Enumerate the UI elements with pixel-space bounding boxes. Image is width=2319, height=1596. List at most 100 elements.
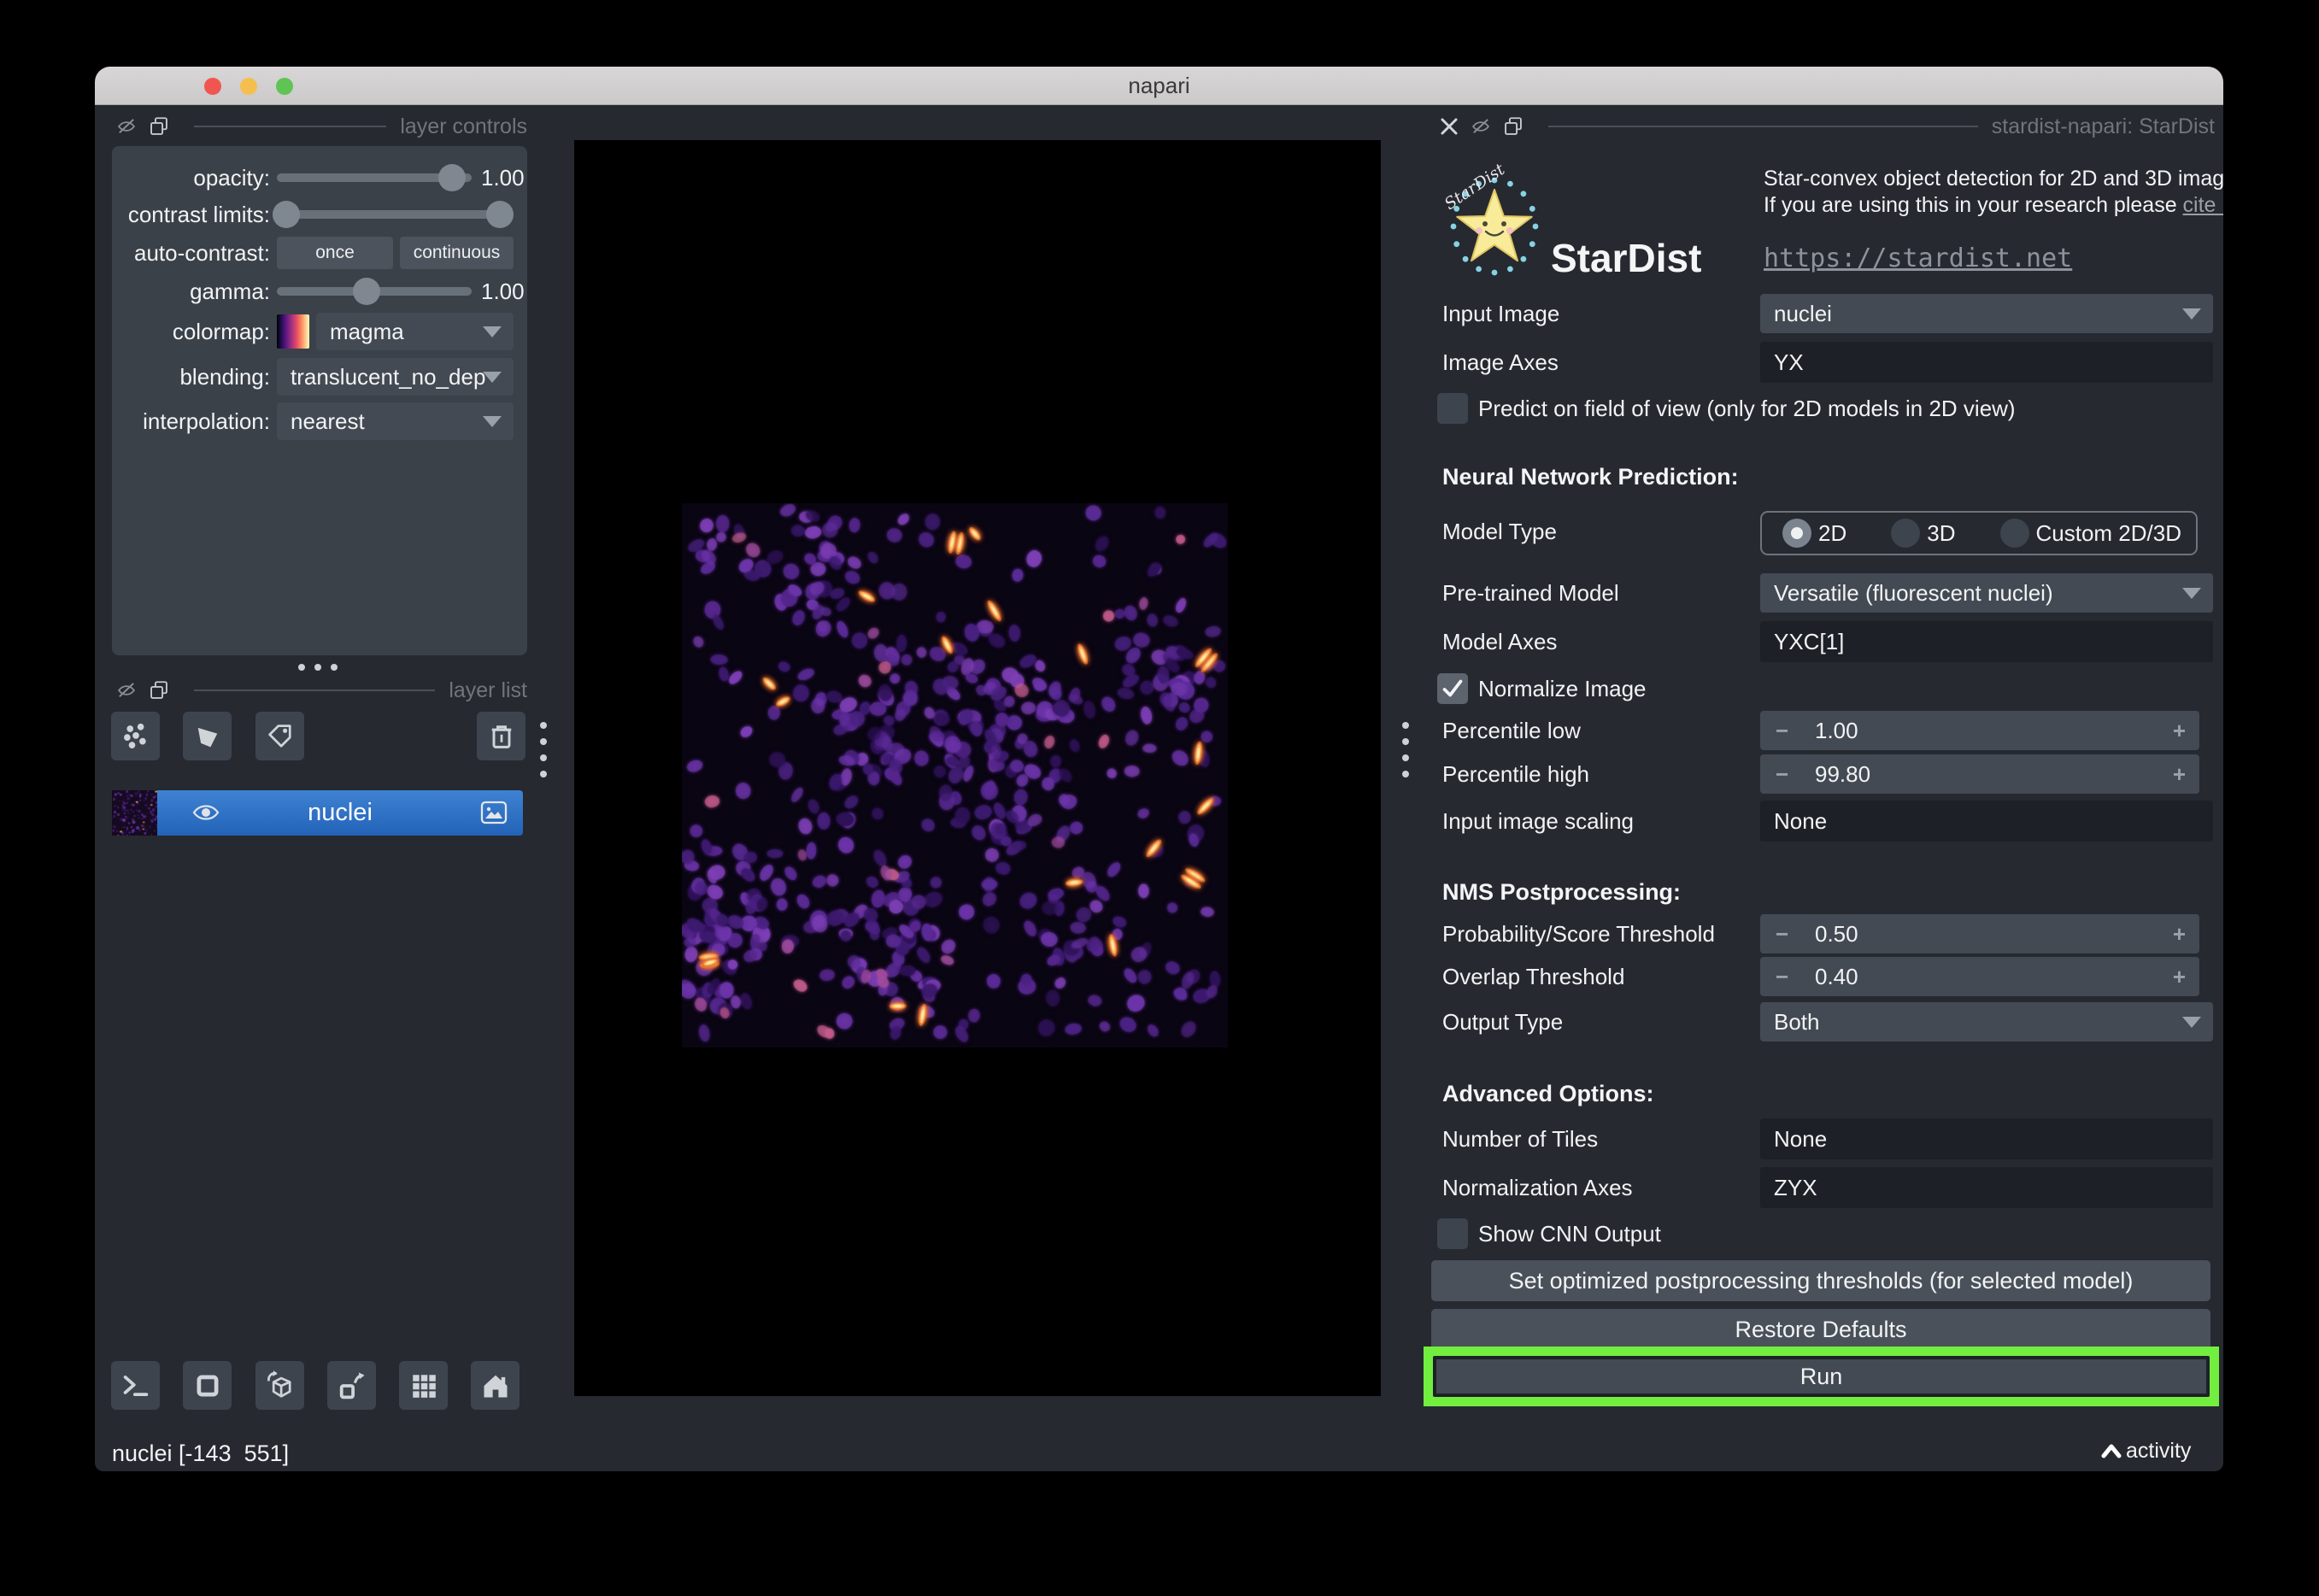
layer-row-selected: nuclei — [157, 790, 523, 836]
right-dock-resize-handle[interactable] — [1402, 722, 1409, 777]
viewer-canvas[interactable] — [574, 140, 1381, 1396]
new-points-layer-button[interactable] — [111, 712, 160, 760]
restore-defaults-button[interactable]: Restore Defaults — [1431, 1309, 2210, 1350]
interpolation-dropdown[interactable]: nearest — [277, 402, 514, 440]
advanced-options-header: Advanced Options: — [1442, 1073, 1654, 1114]
layer-name: nuclei — [157, 790, 523, 836]
plus-icon[interactable]: + — [2173, 754, 2186, 794]
show-cnn-checkbox[interactable] — [1437, 1218, 1468, 1249]
num-tiles-input[interactable]: None — [1760, 1118, 2213, 1159]
model-type-3d-option[interactable]: 3D — [1891, 519, 1955, 548]
model-axes-input[interactable]: YXC[1] — [1760, 621, 2213, 662]
float-dock-icon[interactable] — [148, 115, 170, 138]
cite-us-link[interactable]: cite us — [2183, 193, 2223, 217]
close-panel-icon[interactable] — [1439, 116, 1459, 137]
minus-icon[interactable]: − — [1776, 711, 1788, 750]
dock-resize-handle[interactable] — [540, 722, 547, 777]
colormap-dropdown[interactable]: magma — [316, 313, 514, 350]
colormap-label: colormap: — [112, 314, 270, 349]
delete-layer-button[interactable] — [477, 712, 525, 760]
grid-view-button[interactable] — [399, 1361, 448, 1410]
console-icon — [120, 1370, 151, 1401]
plus-icon[interactable]: + — [2173, 914, 2186, 953]
auto-contrast-continuous-button[interactable]: continuous — [400, 237, 514, 269]
ndisplay-2d-button[interactable] — [183, 1361, 232, 1410]
input-scaling-input[interactable]: None — [1760, 801, 2213, 842]
prob-threshold-label: Probability/Score Threshold — [1442, 913, 1715, 954]
input-image-dropdown[interactable]: nuclei — [1760, 294, 2213, 333]
hide-dock-icon[interactable] — [115, 115, 138, 138]
gamma-slider[interactable] — [277, 273, 472, 309]
model-type-2d-option[interactable]: 2D — [1782, 519, 1846, 548]
new-shapes-layer-button[interactable] — [183, 712, 232, 760]
chevron-down-icon — [483, 416, 502, 427]
layer-controls-panel: opacity: 1.00 contrast limits: auto-cont… — [112, 146, 527, 655]
cursor-status: nuclei [-143 551] — [112, 1441, 289, 1467]
prob-threshold-spinner[interactable]: − 0.50 + — [1760, 914, 2199, 953]
set-thresholds-button[interactable]: Set optimized postprocessing thresholds … — [1431, 1260, 2210, 1301]
layer-thumbnail — [112, 790, 157, 836]
image-axes-label: Image Axes — [1442, 342, 1559, 383]
console-button[interactable] — [111, 1361, 160, 1410]
pretrained-model-dropdown[interactable]: Versatile (fluorescent nuclei) — [1760, 573, 2213, 613]
output-type-label: Output Type — [1442, 1001, 1563, 1042]
fov-checkbox-row: Predict on field of view (only for 2D mo… — [1431, 391, 2217, 425]
nuclei-image — [682, 503, 1228, 1047]
layer-controls-header: layer controls — [115, 111, 527, 142]
plus-icon[interactable]: + — [2173, 711, 2186, 750]
auto-contrast-once-button[interactable]: once — [277, 237, 393, 269]
percentile-low-spinner[interactable]: − 1.00 + — [1760, 711, 2199, 750]
opacity-slider[interactable] — [277, 160, 472, 196]
model-type-2d-label: 2D — [1818, 520, 1846, 547]
chevron-down-icon — [483, 326, 502, 337]
dock-splitter-handle[interactable] — [298, 664, 338, 671]
image-layer-icon — [480, 800, 508, 830]
float-dock-icon[interactable] — [1502, 115, 1524, 138]
percentile-low-value: 1.00 — [1815, 711, 1858, 750]
float-dock-icon[interactable] — [148, 679, 170, 701]
points-icon — [120, 721, 151, 752]
overlap-threshold-spinner[interactable]: − 0.40 + — [1760, 957, 2199, 996]
nms-postprocessing-header: NMS Postprocessing: — [1442, 871, 1681, 912]
chevron-down-icon — [483, 372, 502, 383]
minus-icon[interactable]: − — [1776, 914, 1788, 953]
stardist-website-link[interactable]: https://stardist.net — [1764, 244, 2072, 273]
layer-list-title: layer list — [449, 678, 527, 703]
gamma-label: gamma: — [112, 273, 270, 309]
norm-axes-input[interactable]: ZYX — [1760, 1167, 2213, 1208]
contrast-limits-label: contrast limits: — [112, 197, 270, 232]
fov-checkbox-label: Predict on field of view (only for 2D mo… — [1478, 391, 2016, 425]
layer-row[interactable]: nuclei — [112, 790, 523, 836]
normalize-image-row: Normalize Image — [1431, 672, 2217, 706]
minus-icon[interactable]: − — [1776, 957, 1788, 996]
blending-dropdown[interactable]: translucent_no_dep — [277, 358, 514, 396]
chevron-down-icon — [2182, 1017, 2201, 1028]
roll-dimensions-button[interactable] — [327, 1361, 376, 1410]
gamma-value: 1.00 — [481, 273, 525, 309]
image-axes-input[interactable]: YX — [1760, 342, 2213, 383]
pretrained-model-value: Versatile (fluorescent nuclei) — [1774, 580, 2053, 606]
prob-threshold-value: 0.50 — [1815, 914, 1858, 953]
plus-icon[interactable]: + — [2173, 957, 2186, 996]
hide-dock-icon[interactable] — [115, 679, 138, 701]
radio-icon — [1891, 519, 1920, 548]
new-labels-layer-button[interactable] — [255, 712, 304, 760]
show-cnn-row: Show CNN Output — [1431, 1217, 2217, 1251]
contrast-limits-slider[interactable] — [277, 197, 512, 232]
output-type-dropdown[interactable]: Both — [1760, 1002, 2213, 1042]
hide-dock-icon[interactable] — [1470, 115, 1492, 138]
run-button[interactable]: Run — [1433, 1356, 2210, 1397]
percentile-high-spinner[interactable]: − 99.80 + — [1760, 754, 2199, 794]
rotate-3d-button[interactable] — [255, 1361, 304, 1410]
home-reset-view-button[interactable] — [471, 1361, 520, 1410]
minus-icon[interactable]: − — [1776, 754, 1788, 794]
blending-value: translucent_no_dep — [291, 364, 485, 390]
percentile-low-label: Percentile low — [1442, 710, 1581, 751]
model-type-radio-group: 2D 3D Custom 2D/3D — [1760, 511, 2198, 555]
normalize-image-checkbox[interactable] — [1437, 673, 1468, 704]
dock-header-line — [1548, 126, 1978, 127]
auto-contrast-label: auto-contrast: — [112, 235, 270, 271]
model-type-custom-option[interactable]: Custom 2D/3D — [2000, 519, 2182, 548]
chevron-down-icon — [2182, 588, 2201, 599]
fov-checkbox[interactable] — [1437, 393, 1468, 424]
